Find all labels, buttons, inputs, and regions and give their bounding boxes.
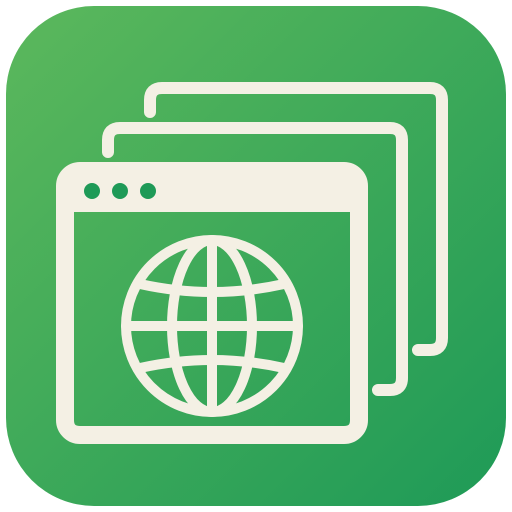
title-bar-dot-3 [140, 183, 156, 199]
multi-window-browser-app-icon[interactable] [0, 0, 512, 512]
title-bar-dot-1 [84, 183, 100, 199]
globe-icon [121, 235, 303, 417]
title-bar-dot-2 [112, 183, 128, 199]
app-icon-canvas [0, 0, 512, 512]
front-window-title-bar [62, 168, 362, 212]
